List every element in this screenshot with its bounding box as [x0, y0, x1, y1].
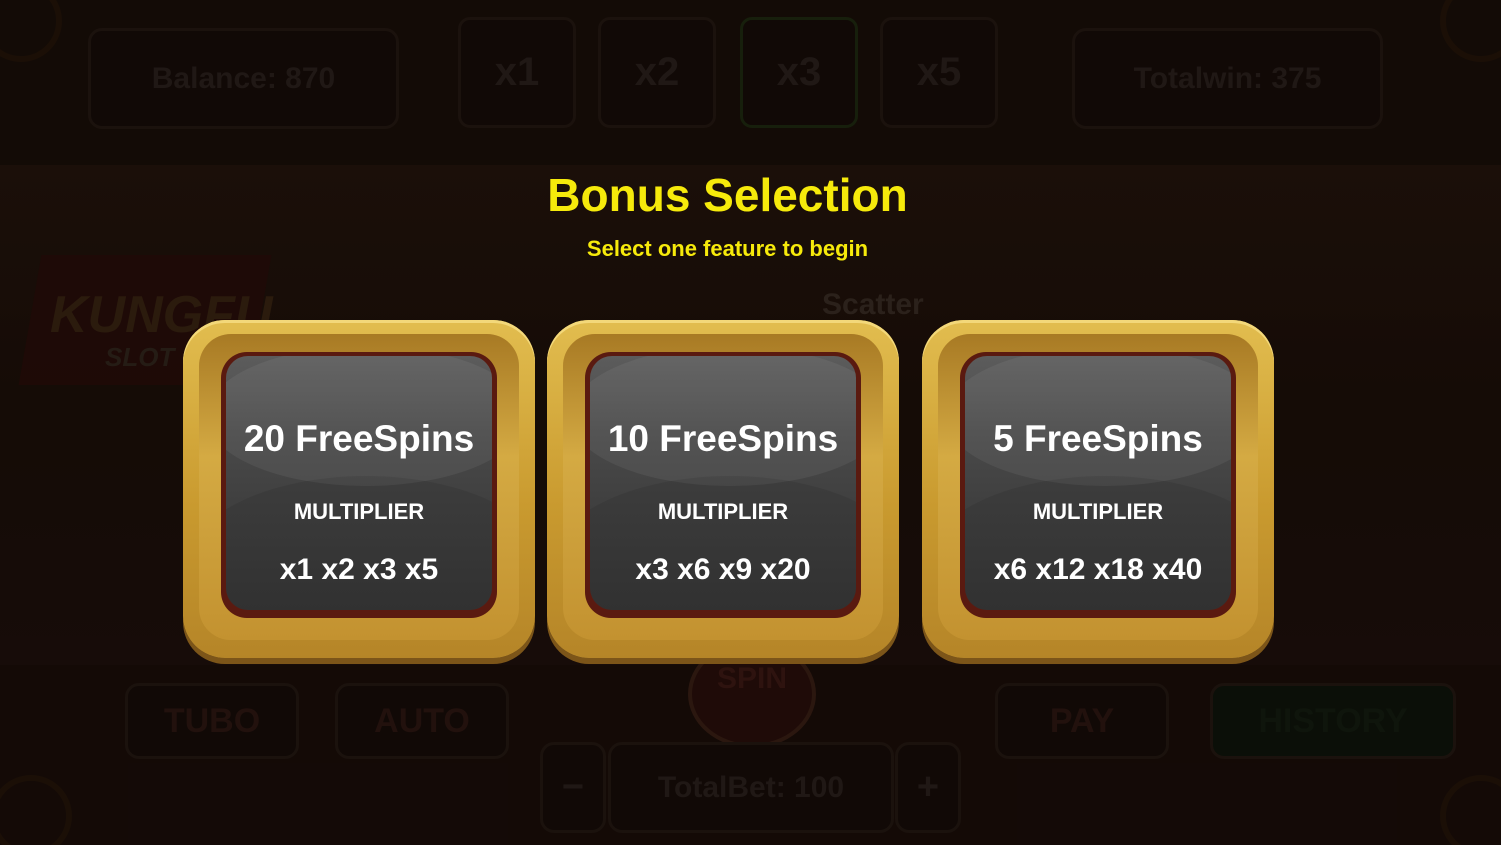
- freespins-count: 20 FreeSpins: [243, 418, 475, 459]
- card-face: 10 FreeSpins MULTIPLIER x3 x6 x9 x20: [590, 356, 856, 610]
- freespins-count: 5 FreeSpins: [993, 418, 1203, 459]
- card-face: 5 FreeSpins MULTIPLIER x6 x12 x18 x40: [965, 356, 1231, 610]
- modal-subtitle: Select one feature to begin: [586, 236, 869, 261]
- bonus-option-card-20-freespins[interactable]: 20 FreeSpins MULTIPLIER x1 x2 x3 x5: [183, 320, 535, 658]
- multiplier-label: MULTIPLIER: [657, 499, 789, 524]
- card-face: 20 FreeSpins MULTIPLIER x1 x2 x3 x5: [226, 356, 492, 610]
- card-shade: [965, 476, 1231, 610]
- card-shade: [590, 476, 856, 610]
- card-shade: [226, 476, 492, 610]
- multiplier-label: MULTIPLIER: [1032, 499, 1164, 524]
- multiplier-label: MULTIPLIER: [293, 499, 425, 524]
- card-inner-frame: 20 FreeSpins MULTIPLIER x1 x2 x3 x5: [221, 352, 497, 618]
- modal-title: Bonus Selection: [547, 169, 908, 221]
- multiplier-values: x1 x2 x3 x5: [279, 553, 439, 586]
- multiplier-values: x3 x6 x9 x20: [635, 553, 811, 586]
- bonus-option-card-5-freespins[interactable]: 5 FreeSpins MULTIPLIER x6 x12 x18 x40: [922, 320, 1274, 658]
- bonus-option-card-10-freespins[interactable]: 10 FreeSpins MULTIPLIER x3 x6 x9 x20: [547, 320, 899, 658]
- multiplier-values: x6 x12 x18 x40: [993, 553, 1203, 586]
- card-inner-frame: 10 FreeSpins MULTIPLIER x3 x6 x9 x20: [585, 352, 861, 618]
- freespins-count: 10 FreeSpins: [607, 418, 839, 459]
- card-inner-frame: 5 FreeSpins MULTIPLIER x6 x12 x18 x40: [960, 352, 1236, 618]
